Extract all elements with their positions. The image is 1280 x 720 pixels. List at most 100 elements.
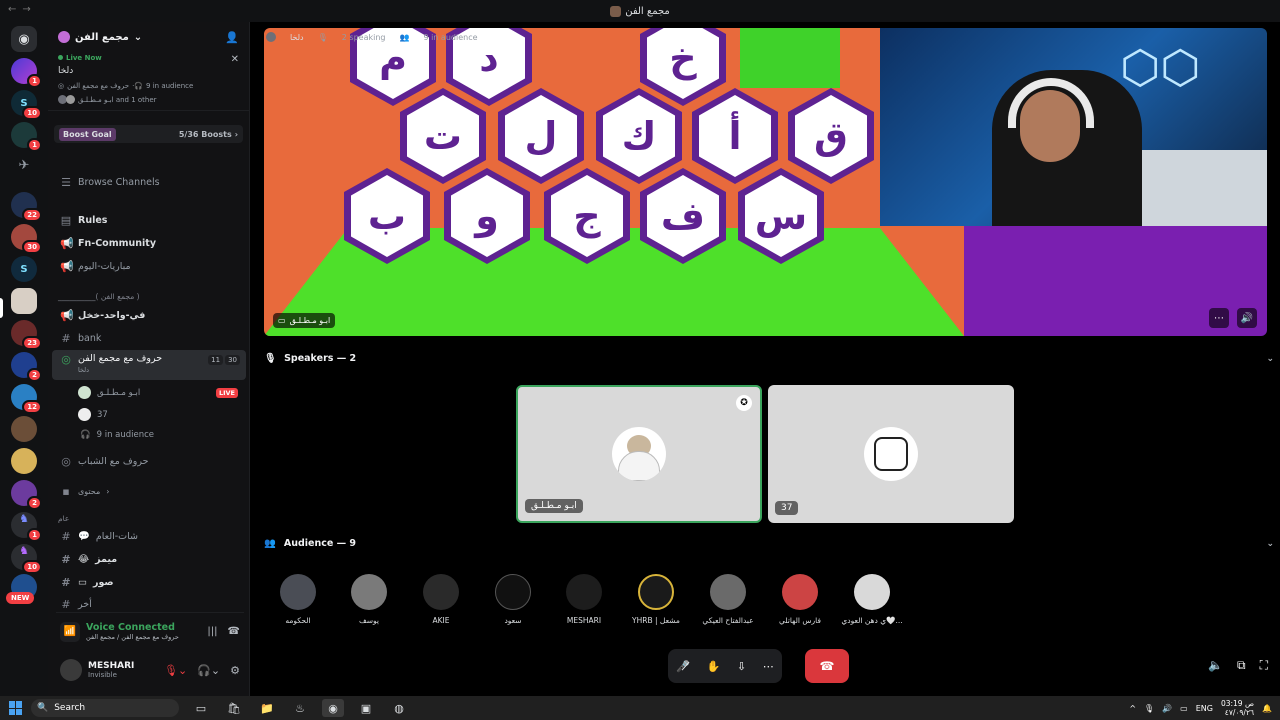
avatar: [638, 574, 674, 610]
headphones-icon[interactable]: 🎧⌄: [197, 664, 220, 677]
server-icon-12[interactable]: 2: [11, 480, 42, 510]
speaker-tile[interactable]: ✪ ابـو مـطـلـق: [516, 385, 762, 523]
nav-arrows-icon[interactable]: ←→: [8, 4, 37, 15]
stage-member-1[interactable]: ابـو مـطـلـق LIVE: [78, 386, 244, 399]
selected-pill: [0, 298, 3, 318]
mic-icon: 🎙: [264, 353, 277, 364]
steam-icon[interactable]: ♨: [289, 699, 311, 717]
audience-header[interactable]: 👥 Audience — 9 ⌄: [264, 538, 1274, 549]
server-icon-14[interactable]: ♞ 10: [11, 544, 42, 574]
new-badge[interactable]: NEW: [6, 592, 35, 604]
channel-chat[interactable]: # 💬 شات-العام: [52, 526, 246, 546]
chevron-down-icon[interactable]: ⌄: [1266, 539, 1274, 549]
mic-off-icon[interactable]: 🎤̸: [676, 660, 690, 673]
server-icon-4[interactable]: 22: [11, 192, 42, 222]
member-name: ي دهن العودي🤍...: [841, 616, 903, 625]
audience-member[interactable]: سعود: [478, 574, 548, 625]
server-icon-2[interactable]: S 10: [11, 90, 42, 120]
store-icon[interactable]: 🛍: [223, 699, 245, 717]
server-icon-10[interactable]: [11, 416, 37, 442]
task-view-icon[interactable]: ▭: [190, 699, 212, 717]
server-icon-3[interactable]: 1: [11, 122, 42, 152]
mic-icon[interactable]: 🎙: [1144, 704, 1154, 713]
server-icon-6[interactable]: S: [11, 256, 37, 282]
server-icon-8[interactable]: 2: [11, 352, 42, 382]
channel-rules[interactable]: ▤ Rules: [52, 210, 246, 230]
channel-bank[interactable]: # bank: [52, 328, 246, 348]
live-now-card[interactable]: ✕ Live Now دلخا ◎ حروف مع مجمع الفن ·🎧 9…: [48, 52, 249, 111]
category-header[interactable]: __________( مجمع الفن ): [58, 292, 140, 301]
server-header[interactable]: مجمع الفن ⌄ 👤: [48, 22, 249, 52]
server-icon-5[interactable]: 30: [11, 224, 42, 254]
audience-member[interactable]: ي دهن العودي🤍...: [837, 574, 907, 625]
channel-matches[interactable]: 📢 مباريات-اليوم: [52, 256, 246, 276]
popout-icon[interactable]: ⧉: [1237, 658, 1246, 673]
audience-member[interactable]: فارس الهاتلي: [765, 574, 835, 625]
notification-icon[interactable]: 🔔: [1262, 704, 1272, 713]
server-icon-1[interactable]: 1: [11, 58, 42, 88]
avatar[interactable]: [60, 659, 82, 681]
audience-member[interactable]: يوسف: [334, 574, 404, 625]
channel-memes[interactable]: # 😂 ميمز: [52, 549, 246, 569]
leave-stage-button[interactable]: ☎: [805, 649, 849, 683]
more-icon[interactable]: ⋯: [763, 660, 774, 673]
move-to-audience-icon[interactable]: ⇩: [737, 660, 746, 673]
channel-fn-community[interactable]: 📢 Fn-Community: [52, 233, 246, 253]
add-member-icon[interactable]: 👤: [225, 31, 239, 44]
voice-status[interactable]: Voice Connected: [86, 622, 179, 633]
gear-icon[interactable]: ⚙: [230, 664, 240, 677]
windows-start-icon[interactable]: [9, 701, 23, 715]
more-options-button[interactable]: ⋯: [1209, 308, 1229, 328]
language-indicator[interactable]: ENG: [1196, 704, 1213, 713]
user-status: Invisible: [88, 671, 117, 679]
people-icon: 👥: [264, 538, 276, 549]
channel-other[interactable]: # أخر: [52, 594, 246, 614]
app-icon[interactable]: ▣: [355, 699, 377, 717]
channel-stage-selected[interactable]: ◎ حروف مع مجمع الفن دلخا 11 30: [52, 350, 246, 380]
server-icon-13[interactable]: ♞ 1: [11, 512, 42, 542]
signal-icon[interactable]: 📶: [60, 621, 80, 642]
people-icon: 👥: [399, 32, 410, 42]
volume-icon[interactable]: 🔈: [1208, 658, 1223, 673]
audience-member[interactable]: عبدالفتاح العيكي: [693, 574, 763, 625]
chevron-down-icon[interactable]: ⌄: [1266, 354, 1274, 364]
clock[interactable]: 03:19 ص ٤٧/٠٩/٢٦: [1221, 699, 1254, 717]
audience-member[interactable]: MESHARI: [549, 574, 619, 625]
chevron-up-icon[interactable]: ^: [1129, 704, 1136, 713]
mic-muted-icon[interactable]: 🎙⌄: [164, 664, 187, 677]
battery-icon[interactable]: ▭: [1180, 704, 1188, 713]
discord-home-icon[interactable]: ◉: [11, 26, 37, 52]
noise-suppression-icon[interactable]: |||: [207, 626, 217, 637]
raise-hand-icon[interactable]: ✋: [707, 660, 721, 673]
channel-pics[interactable]: # ▭ صور: [52, 572, 246, 592]
speaker-tile[interactable]: 37: [768, 385, 1014, 523]
server-icon-7[interactable]: 23: [11, 320, 42, 350]
volume-button[interactable]: 🔊: [1237, 308, 1257, 328]
audience-member[interactable]: YHRB | مشعل: [621, 574, 691, 625]
file-explorer-icon[interactable]: 📁: [256, 699, 278, 717]
stage-audience[interactable]: 🎧 9 in audience: [80, 430, 154, 440]
audience-member[interactable]: AKIE: [406, 574, 476, 625]
pin-icon[interactable]: ✈: [11, 158, 37, 184]
server-icon-11[interactable]: [11, 448, 37, 474]
stage-member-2[interactable]: 37: [78, 408, 108, 421]
browse-channels[interactable]: ☰ Browse Channels: [52, 172, 246, 192]
speakers-header[interactable]: 🎙 Speakers — 2 ⌄: [264, 353, 1274, 364]
server-icon-active[interactable]: [11, 288, 37, 314]
taskbar-search[interactable]: 🔍 Search: [31, 699, 179, 717]
server-icon-9[interactable]: 12: [11, 384, 42, 414]
channel-one-in[interactable]: 📢 في-واحد-خخل: [52, 305, 246, 325]
speaker-icon[interactable]: 🔊: [1162, 704, 1172, 713]
category-general[interactable]: عام: [58, 514, 69, 523]
stream-area[interactable]: م د خ ت ل ك أ ق ب و ج ف س ⬡⬡ ▭ ابـو مـطـل…: [264, 28, 1267, 336]
channel-youth[interactable]: ◎ حروف مع الشباب: [52, 451, 246, 471]
category-content[interactable]: ▪ محتوى ›: [52, 481, 246, 501]
fullscreen-icon[interactable]: ⛶: [1260, 658, 1268, 673]
close-icon[interactable]: ✕: [231, 54, 239, 65]
discord-app-icon[interactable]: ◉: [322, 699, 344, 717]
chrome-icon[interactable]: ◍: [388, 699, 410, 717]
audience-member[interactable]: الحكومه: [263, 574, 333, 625]
boost-goal[interactable]: Boost Goal 5/36 Boosts ›: [54, 125, 243, 143]
hash-icon: #: [61, 597, 71, 611]
disconnect-icon[interactable]: ☎: [228, 626, 240, 637]
